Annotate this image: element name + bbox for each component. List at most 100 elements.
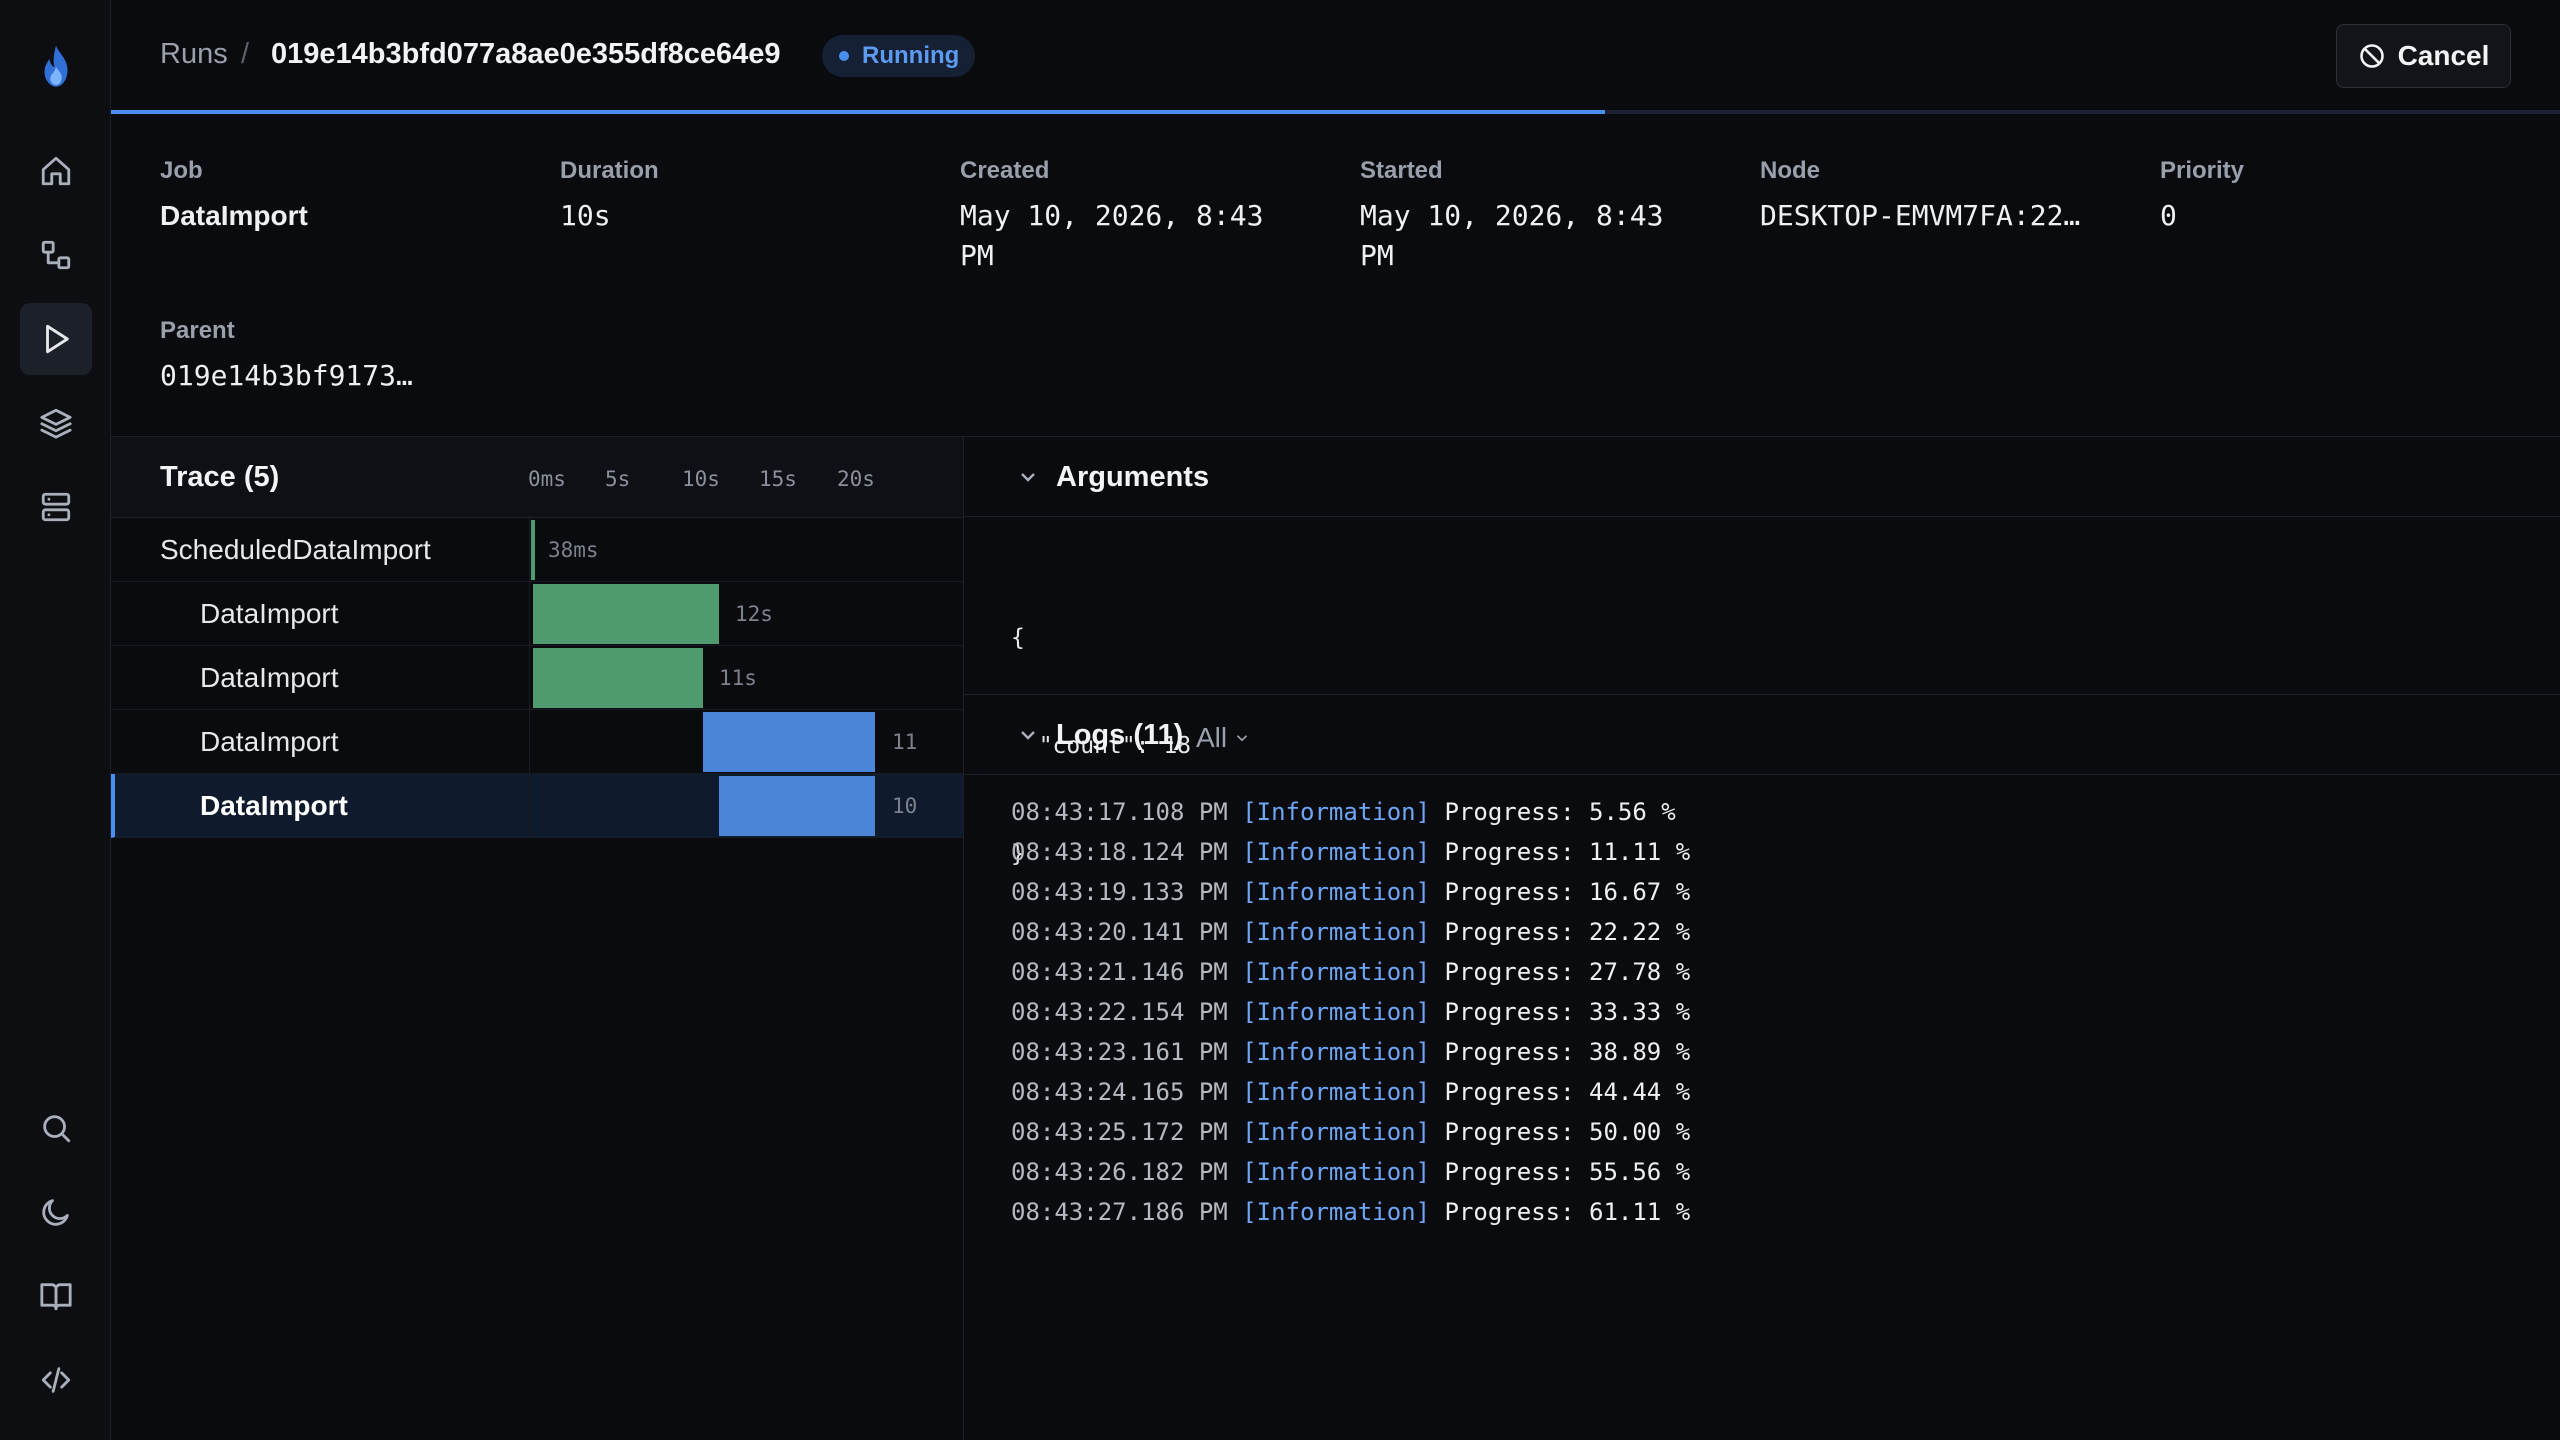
log-entry: 08:43:26.182 PM [Information] Progress: … [1011, 1158, 1690, 1186]
moon-icon [42, 1199, 69, 1226]
trace-row-name: DataImport [200, 790, 348, 821]
trace-row[interactable]: DataImport 11 [111, 710, 963, 774]
duration-value: 10s [560, 199, 611, 232]
play-icon [46, 324, 69, 354]
panel-divider [963, 437, 964, 1440]
nav-runs[interactable] [20, 303, 92, 375]
log-entry: 08:43:24.165 PM [Information] Progress: … [1011, 1078, 1690, 1106]
log-entry: 08:43:25.172 PM [Information] Progress: … [1011, 1118, 1690, 1146]
trace-duration: 11s [719, 666, 757, 690]
nav-jobs[interactable] [20, 219, 92, 291]
log-timestamp: 08:43:21.146 PM [1011, 958, 1228, 986]
trace-duration: 11 [892, 730, 918, 754]
trace-duration: 12s [735, 602, 773, 626]
log-entry: 08:43:18.124 PM [Information] Progress: … [1011, 838, 1690, 866]
log-timestamp: 08:43:26.182 PM [1011, 1158, 1228, 1186]
chevron-down-icon [1237, 735, 1248, 742]
created-value: May 10, 2026, 8:43 PM [960, 199, 1264, 272]
layers-icon [40, 408, 72, 439]
arguments-title: Arguments [1056, 461, 1210, 493]
trace-header: Trace (5) 0ms 5s 10s 15s 20s [111, 437, 963, 517]
log-entry: 08:43:21.146 PM [Information] Progress: … [1011, 958, 1690, 986]
sidebar [0, 0, 111, 1440]
priority-value: 0 [2160, 199, 2177, 232]
log-message: Progress: 50.00 % [1444, 1118, 1691, 1146]
log-level: [Information] [1242, 878, 1431, 906]
nav-search[interactable] [20, 1092, 92, 1164]
parent-label: Parent [160, 317, 235, 344]
duration-label: Duration [560, 157, 659, 184]
timeline-tick: 20s [837, 467, 875, 491]
search-icon [43, 1115, 71, 1143]
log-timestamp: 08:43:24.165 PM [1011, 1078, 1228, 1106]
trace-row-name: DataImport [200, 598, 339, 629]
log-entry: 08:43:22.154 PM [Information] Progress: … [1011, 998, 1690, 1026]
run-id-title: 019e14b3bfd077a8ae0e355df8ce64e9 [271, 38, 781, 70]
nav-api[interactable] [20, 1344, 92, 1416]
nav-queues[interactable] [20, 387, 92, 459]
cancel-button[interactable]: Cancel [2336, 24, 2511, 88]
trace-row-name: DataImport [200, 726, 339, 757]
log-level: [Information] [1242, 1118, 1431, 1146]
log-timestamp: 08:43:23.161 PM [1011, 1038, 1228, 1066]
arguments-header[interactable]: Arguments [964, 437, 2560, 517]
log-message: Progress: 22.22 % [1444, 918, 1691, 946]
trace-timeline: 11 [529, 710, 963, 774]
node-label: Node [1760, 157, 1820, 184]
log-level: [Information] [1242, 798, 1431, 826]
log-level: [Information] [1242, 1158, 1431, 1186]
log-level: [Information] [1242, 1038, 1431, 1066]
logo-flame-icon[interactable] [36, 44, 76, 90]
breadcrumb-separator: / [241, 38, 250, 70]
log-filter-value: All [1196, 722, 1228, 753]
trace-bar [533, 648, 703, 708]
status-dot [839, 51, 849, 61]
breadcrumb-runs[interactable]: Runs [160, 38, 228, 71]
log-level: [Information] [1242, 918, 1431, 946]
log-message: Progress: 61.11 % [1444, 1198, 1691, 1226]
log-level: [Information] [1242, 1198, 1431, 1226]
log-entry: 08:43:23.161 PM [Information] Progress: … [1011, 1038, 1690, 1066]
log-timestamp: 08:43:27.186 PM [1011, 1198, 1228, 1226]
workflow-icon [41, 240, 71, 270]
trace-timeline: 10 [529, 774, 963, 838]
priority-label: Priority [2160, 157, 2245, 184]
trace-bar [719, 776, 875, 836]
trace-row[interactable]: ScheduledDataImport 38ms [111, 518, 963, 582]
log-timestamp: 08:43:25.172 PM [1011, 1118, 1228, 1146]
trace-row-selected[interactable]: DataImport 10 [111, 774, 963, 838]
log-message: Progress: 44.44 % [1444, 1078, 1691, 1106]
nav-servers[interactable] [20, 471, 92, 543]
theme-toggle[interactable] [20, 1176, 92, 1248]
ban-icon [2359, 44, 2384, 68]
timeline-tick: 5s [605, 467, 631, 491]
trace-row-name: ScheduledDataImport [160, 534, 431, 565]
log-message: Progress: 11.11 % [1444, 838, 1691, 866]
trace-bar [531, 520, 535, 580]
log-timestamp: 08:43:17.108 PM [1011, 798, 1228, 826]
chevron-down-icon[interactable] [1016, 465, 1040, 489]
log-level: [Information] [1242, 958, 1431, 986]
log-entry: 08:43:27.186 PM [Information] Progress: … [1011, 1198, 1690, 1226]
chevron-down-icon[interactable] [1016, 723, 1040, 747]
log-level: [Information] [1242, 998, 1431, 1026]
job-label: Job [160, 157, 203, 184]
log-entry: 08:43:20.141 PM [Information] Progress: … [1011, 918, 1690, 946]
log-entry: 08:43:17.108 PM [Information] Progress: … [1011, 798, 1676, 826]
nav-docs[interactable] [20, 1260, 92, 1332]
timeline-tick: 10s [682, 467, 720, 491]
book-icon [40, 1283, 72, 1311]
parent-link[interactable]: 019e14b3bf9173… [160, 356, 413, 396]
log-timestamp: 08:43:18.124 PM [1011, 838, 1228, 866]
trace-row[interactable]: DataImport 12s [111, 582, 963, 646]
server-icon [41, 492, 71, 522]
trace-row[interactable]: DataImport 11s [111, 646, 963, 710]
run-progress-bar [111, 110, 2560, 114]
nav-home[interactable] [20, 135, 92, 207]
log-timestamp: 08:43:19.133 PM [1011, 878, 1228, 906]
log-level-filter[interactable]: All [1196, 722, 1251, 754]
run-progress-fill [111, 110, 1605, 114]
node-value: DESKTOP-EMVM7FA:22… [1760, 199, 2081, 232]
log-timestamp: 08:43:22.154 PM [1011, 998, 1228, 1026]
log-entry: 08:43:19.133 PM [Information] Progress: … [1011, 878, 1690, 906]
